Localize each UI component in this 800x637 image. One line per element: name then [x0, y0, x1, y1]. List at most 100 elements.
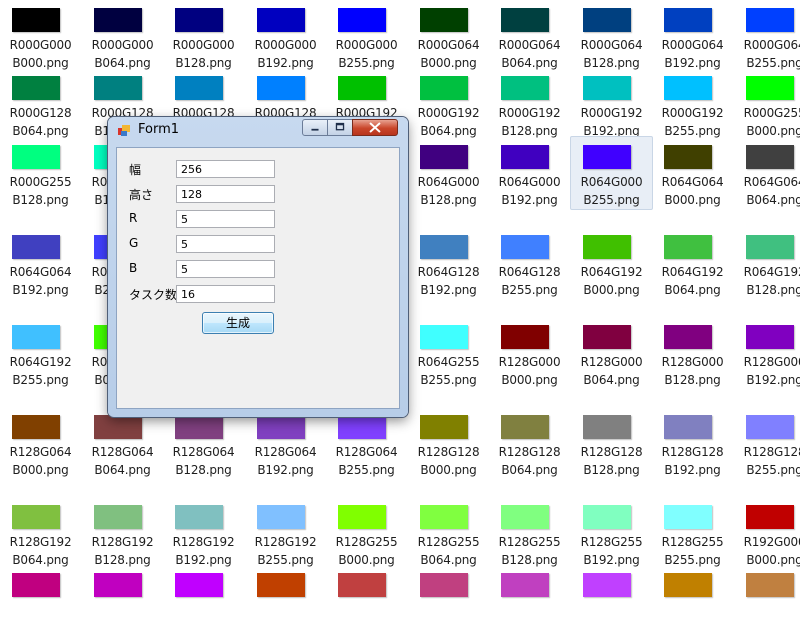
file-item[interactable]: R000G255 B000.png — [734, 68, 800, 140]
file-item[interactable]: R064G000 B255.png — [570, 136, 653, 210]
close-button[interactable] — [352, 119, 398, 136]
file-item[interactable]: R000G192 B064.png — [408, 68, 489, 140]
minimize-icon — [311, 128, 319, 131]
file-item[interactable] — [0, 565, 81, 637]
file-item[interactable]: R064G192 B255.png — [0, 317, 81, 389]
file-item[interactable]: R128G128 B255.png — [734, 407, 800, 479]
b-input[interactable]: 5 — [176, 260, 275, 278]
task-count-input[interactable]: 16 — [176, 285, 275, 303]
file-item[interactable] — [163, 565, 244, 637]
file-item[interactable]: R064G128 B192.png — [408, 227, 489, 299]
image-thumbnail — [501, 573, 549, 597]
file-item[interactable]: R128G064 B192.png — [245, 407, 326, 479]
file-item[interactable]: R128G192 B255.png — [245, 497, 326, 569]
file-item[interactable]: R000G064 B192.png — [652, 0, 733, 72]
file-name-label: R128G255 B128.png — [498, 535, 561, 567]
image-thumbnail — [257, 573, 305, 597]
file-item[interactable]: R000G192 B128.png — [489, 68, 570, 140]
file-item[interactable]: R064G000 B192.png — [489, 137, 570, 209]
file-name-label: R064G000 B192.png — [498, 175, 561, 207]
maximize-button[interactable] — [327, 119, 353, 136]
file-name-label: R000G255 B000.png — [743, 106, 800, 138]
file-item[interactable]: R128G064 B000.png — [0, 407, 81, 479]
image-thumbnail — [583, 145, 631, 169]
file-name-label: R128G064 B255.png — [335, 445, 398, 477]
file-item[interactable]: R064G064 B064.png — [734, 137, 800, 209]
file-name-label: R000G255 B128.png — [9, 175, 72, 207]
image-thumbnail — [338, 76, 386, 100]
file-item[interactable]: R064G064 B192.png — [0, 227, 81, 299]
file-item[interactable]: R128G128 B000.png — [408, 407, 489, 479]
file-item[interactable]: R128G000 B192.png — [734, 317, 800, 389]
r-input[interactable]: 5 — [176, 210, 275, 228]
generate-button[interactable]: 生成 — [202, 312, 274, 334]
file-item[interactable]: R128G064 B064.png — [82, 407, 163, 479]
file-item[interactable]: R000G064 B064.png — [489, 0, 570, 72]
file-item[interactable]: R000G192 B192.png — [571, 68, 652, 140]
file-item[interactable] — [82, 565, 163, 637]
file-item[interactable]: R128G255 B064.png — [408, 497, 489, 569]
file-item[interactable] — [326, 565, 407, 637]
file-item[interactable] — [245, 565, 326, 637]
file-item[interactable]: R000G064 B000.png — [408, 0, 489, 72]
file-item[interactable]: R128G128 B128.png — [571, 407, 652, 479]
width-input[interactable]: 256 — [176, 160, 275, 178]
file-item[interactable] — [571, 565, 652, 637]
image-thumbnail — [420, 76, 468, 100]
file-item[interactable] — [734, 565, 800, 637]
file-item[interactable] — [408, 565, 489, 637]
file-item[interactable]: R064G000 B128.png — [408, 137, 489, 209]
file-item[interactable]: R128G000 B128.png — [652, 317, 733, 389]
file-name-label: R000G064 B000.png — [417, 38, 480, 70]
file-item[interactable]: R128G192 B064.png — [0, 497, 81, 569]
file-item[interactable]: R064G128 B255.png — [489, 227, 570, 299]
image-thumbnail — [583, 8, 631, 32]
file-item[interactable]: R000G000 B192.png — [245, 0, 326, 72]
file-name-label: R000G064 B128.png — [580, 38, 643, 70]
file-item[interactable]: R064G192 B000.png — [571, 227, 652, 299]
file-item[interactable]: R128G000 B064.png — [571, 317, 652, 389]
file-item[interactable]: R000G255 B128.png — [0, 137, 81, 209]
app-icon — [118, 125, 130, 136]
g-input[interactable]: 5 — [176, 235, 275, 253]
file-item[interactable]: R064G255 B255.png — [408, 317, 489, 389]
file-name-label: R000G192 B255.png — [661, 106, 724, 138]
image-thumbnail — [257, 415, 305, 439]
file-item[interactable]: R000G064 B255.png — [734, 0, 800, 72]
file-item[interactable]: R128G128 B192.png — [652, 407, 733, 479]
file-item[interactable]: R128G255 B192.png — [571, 497, 652, 569]
file-item[interactable] — [652, 565, 733, 637]
file-item[interactable]: R128G255 B000.png — [326, 497, 407, 569]
file-item[interactable]: R128G255 B255.png — [652, 497, 733, 569]
image-thumbnail — [175, 8, 223, 32]
image-thumbnail — [257, 76, 305, 100]
image-thumbnail — [257, 505, 305, 529]
file-name-label: R128G255 B192.png — [580, 535, 643, 567]
file-item[interactable]: R000G000 B255.png — [326, 0, 407, 72]
file-item[interactable]: R128G000 B000.png — [489, 317, 570, 389]
file-item[interactable]: R000G192 B255.png — [652, 68, 733, 140]
file-item[interactable]: R064G192 B064.png — [652, 227, 733, 299]
file-item[interactable] — [489, 565, 570, 637]
file-item[interactable]: R000G000 B064.png — [82, 0, 163, 72]
image-thumbnail — [501, 76, 549, 100]
file-item[interactable]: R128G064 B128.png — [163, 407, 244, 479]
file-item[interactable]: R064G192 B128.png — [734, 227, 800, 299]
file-item[interactable]: R128G192 B192.png — [163, 497, 244, 569]
file-item[interactable]: R000G000 B000.png — [0, 0, 81, 72]
image-thumbnail — [501, 8, 549, 32]
file-item[interactable]: R000G128 B064.png — [0, 68, 81, 140]
file-item[interactable]: R000G064 B128.png — [571, 0, 652, 72]
height-input[interactable]: 128 — [176, 185, 275, 203]
image-thumbnail — [583, 505, 631, 529]
file-item[interactable]: R128G128 B064.png — [489, 407, 570, 479]
file-item[interactable]: R064G064 B000.png — [652, 137, 733, 209]
title-bar[interactable]: Form1 — [108, 117, 408, 143]
file-item[interactable]: R128G192 B128.png — [82, 497, 163, 569]
file-item[interactable]: R192G000 B000.png — [734, 497, 800, 569]
file-item[interactable]: R128G255 B128.png — [489, 497, 570, 569]
image-thumbnail — [12, 145, 60, 169]
minimize-button[interactable] — [302, 119, 328, 136]
file-item[interactable]: R128G064 B255.png — [326, 407, 407, 479]
file-item[interactable]: R000G000 B128.png — [163, 0, 244, 72]
